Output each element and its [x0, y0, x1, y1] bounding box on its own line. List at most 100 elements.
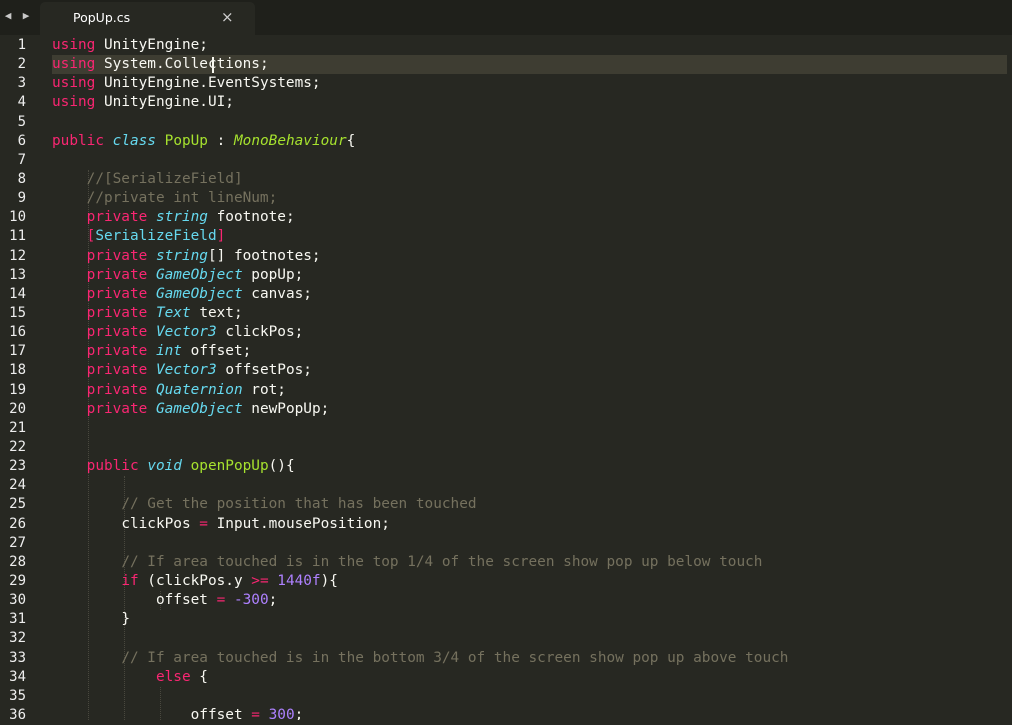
code-line-29: if (clickPos.y >= 1440f){ [52, 572, 1007, 591]
line-number: 1 [17, 37, 26, 53]
line-number: 10 [9, 209, 26, 226]
code-text: } [121, 611, 130, 628]
type: GameObject [155, 285, 243, 302]
number-literal: -300 [233, 592, 269, 609]
attribute: SerializeField [95, 228, 217, 245]
type: void [147, 458, 182, 475]
code-line-20: private GameObject newPopUp; [52, 400, 1007, 419]
code-line-14: private GameObject canvas; [52, 285, 1007, 304]
code-line-1: using UnityEngine; [52, 36, 1007, 55]
line-number: 2 [17, 56, 26, 73]
code-text: { [190, 668, 208, 685]
line-number: 13 [9, 266, 26, 283]
code-line-8: //[SerializeField] [52, 170, 1007, 189]
line-number: 15 [9, 304, 26, 321]
keyword: using [52, 94, 96, 111]
keyword: public [86, 458, 139, 475]
number-literal: 1440f [277, 572, 321, 589]
type: string [155, 209, 208, 226]
line-number: 34 [9, 668, 26, 685]
keyword: private [86, 400, 148, 417]
line-number: 36 [9, 706, 26, 723]
code-line-33: // If area touched is in the bottom 3/4 … [52, 649, 1007, 668]
line-number: 17 [9, 343, 26, 360]
line-number: 18 [9, 362, 26, 379]
line-number-gutter: 1 2 3 4 5 6 7 8 9 10 11 12 13 14 15 16 17 18 19 20 21 22 23 24 2… [0, 36, 40, 723]
type: GameObject [155, 266, 243, 283]
line-number: 29 [9, 572, 26, 589]
comment: //[SerializeField] [86, 170, 243, 187]
code-text: ){ [320, 572, 338, 589]
close-icon[interactable]: × [221, 8, 234, 26]
forward-arrow-icon[interactable]: ▶ [20, 6, 32, 26]
code-line-34: else { [52, 668, 1007, 687]
keyword: private [86, 362, 148, 379]
line-number: 33 [9, 649, 26, 666]
tab-label: PopUp.cs [73, 10, 131, 25]
code-line-30: offset = -300; [52, 591, 1007, 610]
line-number: 35 [9, 687, 26, 704]
code-text: System.Coll [95, 56, 200, 73]
line-number: 32 [9, 630, 26, 647]
code-text: Input.mousePosition; [207, 515, 390, 532]
line-number: 14 [9, 285, 26, 302]
code-text: { [346, 132, 356, 149]
code-line-11: [SerializeField] [52, 227, 1007, 246]
type: Text [155, 304, 191, 321]
keyword: private [86, 324, 148, 341]
code-line-16: private Vector3 clickPos; [52, 323, 1007, 342]
line-number: 27 [9, 534, 26, 551]
operator: = [251, 706, 260, 720]
code-text: footnote; [216, 209, 295, 226]
line-number: 3 [17, 75, 26, 92]
code-line-6: public class PopUp : MonoBehaviour{ [52, 132, 1007, 151]
code-area[interactable]: using UnityEngine; using System.Coll ecti… [52, 36, 1007, 720]
line-number: 5 [17, 113, 26, 130]
line-number: 25 [9, 496, 26, 513]
tab-navigation: ◀ ▶ [2, 6, 32, 26]
keyword: if [121, 572, 139, 589]
line-number: 22 [9, 438, 26, 455]
line-number: 6 [17, 132, 26, 149]
code-line-15: private Text text; [52, 304, 1007, 323]
line-number: 16 [9, 324, 26, 341]
type: Vector3 [155, 362, 217, 379]
code-text: ; [294, 706, 304, 720]
base-class: MonoBehaviour [234, 132, 347, 149]
code-text: clickPos; [225, 324, 304, 341]
number-literal: 300 [268, 706, 295, 720]
class-name: PopUp [164, 132, 208, 149]
type: Quaternion [155, 381, 243, 398]
code-text: text; [199, 304, 243, 321]
keyword: class [112, 132, 156, 149]
method-name: openPopUp [190, 458, 269, 475]
keyword: using [52, 75, 96, 92]
line-number: 31 [9, 611, 26, 628]
line-number: 8 [17, 170, 26, 187]
code-line-36: offset = 300; [52, 706, 1007, 720]
line-number: 12 [9, 247, 26, 264]
tab-popup-cs[interactable]: PopUp.cs × [40, 2, 255, 35]
comment: // Get the position that has been touche… [121, 496, 477, 513]
comment: //private int lineNum; [86, 190, 278, 207]
line-number: 26 [9, 515, 26, 532]
code-text: (){ [268, 458, 295, 475]
code-text: : [216, 132, 226, 149]
back-arrow-icon[interactable]: ◀ [2, 6, 14, 26]
code-text: offset; [190, 343, 252, 360]
code-text: UnityEngine; [95, 37, 208, 53]
line-number: 11 [9, 228, 26, 245]
keyword: private [86, 304, 148, 321]
code-line-23: public void openPopUp(){ [52, 457, 1007, 476]
type: string [155, 247, 208, 264]
code-editor[interactable]: 1 2 3 4 5 6 7 8 9 10 11 12 13 14 15 16 17 18 19 20 21 22 23 24 2… [0, 36, 1012, 723]
operator: >= [251, 572, 269, 589]
keyword: using [52, 56, 96, 73]
code-line-19: private Quaternion rot; [52, 381, 1007, 400]
